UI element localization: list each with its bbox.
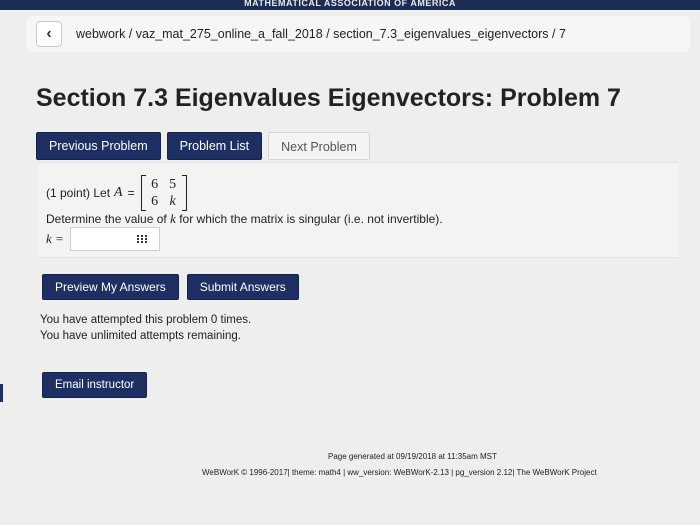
question-suffix: for which the matrix is singular (i.e. n… [179, 212, 443, 226]
breadcrumb-path: webwork / vaz_mat_275_online_a_fall_2018… [76, 27, 566, 41]
preview-answers-button[interactable]: Preview My Answers [42, 274, 179, 300]
question-variable: k [170, 211, 176, 226]
breadcrumb: ‹ webwork / vaz_mat_275_online_a_fall_20… [26, 16, 690, 52]
matrix-entry: k [169, 194, 176, 209]
page-title: Section 7.3 Eigenvalues Eigenvectors: Pr… [36, 84, 621, 112]
banner-text: MATHEMATICAL ASSOCIATION OF AMERICA [244, 0, 456, 8]
problem-statement: (1 point) Let A = 6 5 6 k [46, 175, 187, 211]
problem-box: (1 point) Let A = 6 5 6 k Determine the … [38, 162, 678, 258]
submit-answers-button[interactable]: Submit Answers [186, 274, 299, 300]
answer-input[interactable] [69, 227, 160, 251]
matrix-entry: 6 [151, 194, 159, 209]
chevron-left-icon: ‹ [46, 25, 52, 42]
matrix-entry: 5 [169, 177, 177, 192]
top-banner: MATHEMATICAL ASSOCIATION OF AMERICA [0, 0, 700, 10]
matrix-entries: 6 5 6 k [146, 176, 182, 210]
page-generated: Page generated at 09/19/2018 at 11:35am … [328, 452, 497, 461]
equals-sign: = [127, 186, 135, 200]
points-label: (1 point) Let [46, 186, 111, 200]
answer-actions: Preview My Answers Submit Answers [42, 274, 299, 300]
attempts-remaining: You have unlimited attempts remaining. [40, 330, 241, 342]
problem-nav: Previous Problem Problem List Next Probl… [36, 132, 370, 160]
matrix-variable: A [114, 185, 123, 200]
problem-list-button[interactable]: Problem List [166, 132, 263, 160]
attempts-count: You have attempted this problem 0 times. [40, 314, 252, 326]
grid-icon[interactable] [136, 235, 147, 244]
matrix-entry: 6 [151, 177, 159, 192]
back-button[interactable]: ‹ [36, 21, 62, 47]
question-prefix: Determine the value of [46, 212, 167, 226]
left-edge-mark [0, 384, 3, 402]
attempts-info: You have attempted this problem 0 times.… [40, 312, 251, 344]
question-text: Determine the value of k for which the m… [46, 211, 443, 227]
next-problem-button[interactable]: Next Problem [268, 132, 370, 160]
previous-problem-button[interactable]: Previous Problem [36, 132, 161, 160]
footer-credits: WeBWorK © 1996-2017| theme: math4 | ww_v… [202, 468, 597, 477]
answer-row: k = [46, 227, 160, 251]
matrix: 6 5 6 k [140, 175, 187, 211]
answer-label: k = [46, 231, 64, 246]
matrix-right-bracket [181, 175, 187, 211]
email-instructor-button[interactable]: Email instructor [42, 372, 148, 398]
